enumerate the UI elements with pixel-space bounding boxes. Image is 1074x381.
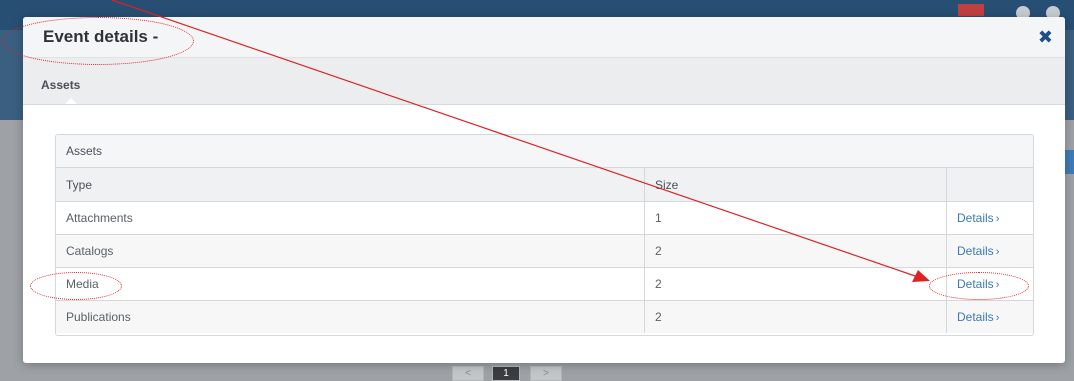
annotation-arrow-line [111,0,919,278]
annotation-arrow [111,0,930,282]
